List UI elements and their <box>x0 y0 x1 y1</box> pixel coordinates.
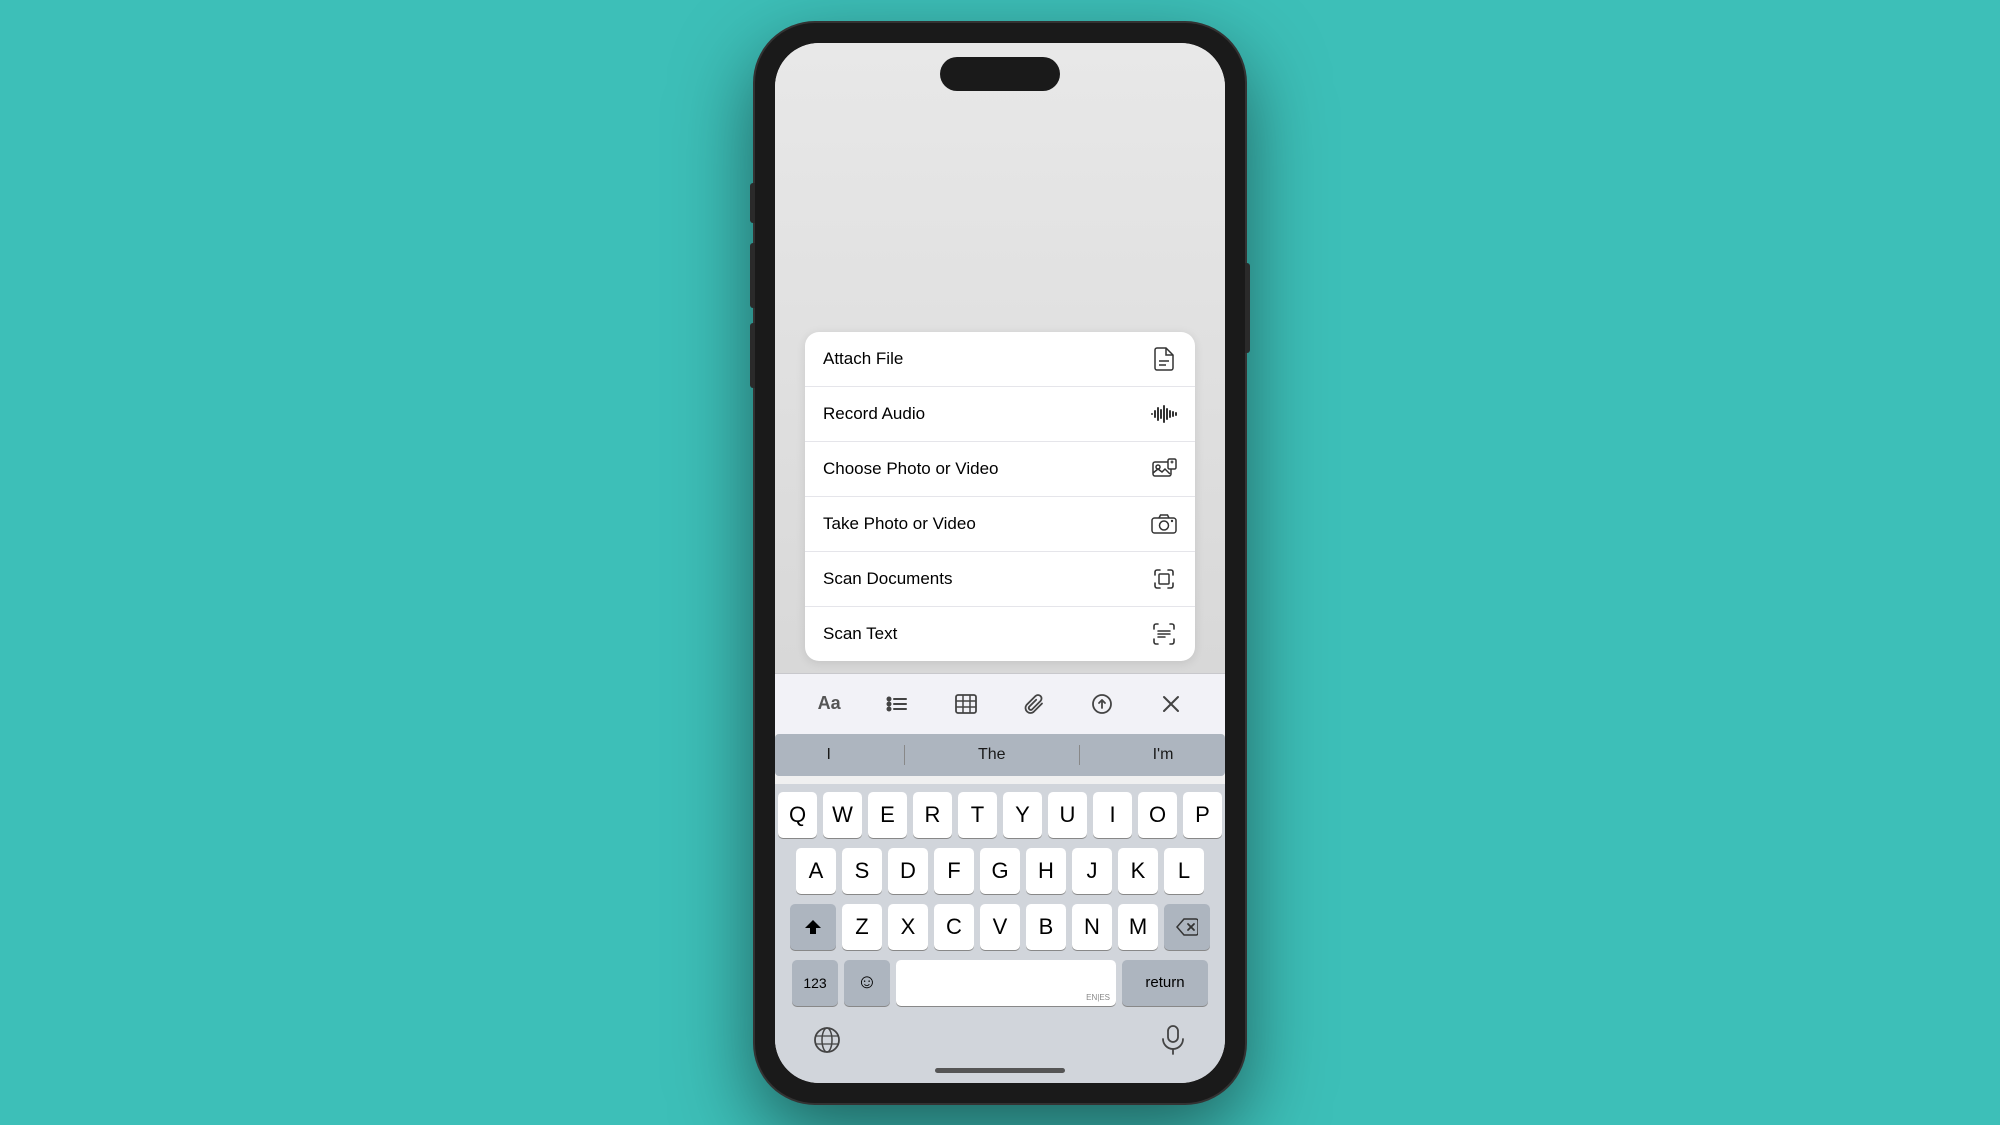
key-o[interactable]: O <box>1138 792 1177 838</box>
audio-icon <box>1151 401 1177 427</box>
photo-icon <box>1151 456 1177 482</box>
paperclip-icon <box>1024 693 1044 715</box>
key-i[interactable]: I <box>1093 792 1132 838</box>
predictive-word-i[interactable]: I <box>817 742 841 768</box>
silent-switch <box>750 183 755 223</box>
mic-btn[interactable] <box>1151 1018 1195 1062</box>
globe-btn[interactable] <box>805 1018 849 1062</box>
key-row-bottom: 123 ☺ EN|ES return <box>778 960 1222 1006</box>
predictive-divider-2 <box>1079 745 1080 765</box>
num-key[interactable]: 123 <box>792 960 838 1006</box>
toolbar-close-btn[interactable] <box>1149 682 1193 726</box>
key-a[interactable]: A <box>796 848 836 894</box>
shift-key[interactable] <box>790 904 836 950</box>
menu-card: Attach File <box>805 332 1195 661</box>
scan-doc-icon <box>1151 566 1177 592</box>
emoji-key[interactable]: ☺ <box>844 960 890 1006</box>
predictive-bar: I The I'm <box>775 734 1225 776</box>
key-row-1: Q W E R T Y U I O P <box>778 792 1222 838</box>
table-icon <box>955 694 977 714</box>
home-indicator-area <box>775 1062 1225 1083</box>
menu-item-take-photo[interactable]: Take Photo or Video <box>805 497 1195 552</box>
keyboard: Q W E R T Y U I O P A S D F G <box>775 784 1225 1016</box>
font-icon: Aa <box>818 693 841 714</box>
key-g[interactable]: G <box>980 848 1020 894</box>
key-b[interactable]: B <box>1026 904 1066 950</box>
choose-photo-label: Choose Photo or Video <box>823 459 998 479</box>
file-icon <box>1151 346 1177 372</box>
key-row-3: Z X C V B N M <box>778 904 1222 950</box>
predictive-word-im[interactable]: I'm <box>1143 742 1184 768</box>
key-c[interactable]: C <box>934 904 974 950</box>
volume-down-button <box>750 323 755 388</box>
scan-text-label: Scan Text <box>823 624 897 644</box>
menu-container: Attach File <box>775 332 1225 673</box>
toolbar-font-btn[interactable]: Aa <box>807 682 851 726</box>
key-x[interactable]: X <box>888 904 928 950</box>
return-key[interactable]: return <box>1122 960 1208 1006</box>
screen-content: Attach File <box>775 43 1225 1083</box>
scan-documents-label: Scan Documents <box>823 569 952 589</box>
globe-icon <box>813 1026 841 1054</box>
mic-icon <box>1161 1025 1185 1055</box>
key-w[interactable]: W <box>823 792 862 838</box>
predictive-divider-1 <box>904 745 905 765</box>
scan-text-icon <box>1151 621 1177 647</box>
top-area: Attach File <box>775 43 1225 673</box>
key-v[interactable]: V <box>980 904 1020 950</box>
camera-icon <box>1151 511 1177 537</box>
key-n[interactable]: N <box>1072 904 1112 950</box>
predictive-word-the[interactable]: The <box>968 742 1016 768</box>
phone-screen: Attach File <box>775 43 1225 1083</box>
key-k[interactable]: K <box>1118 848 1158 894</box>
key-s[interactable]: S <box>842 848 882 894</box>
menu-item-record-audio[interactable]: Record Audio <box>805 387 1195 442</box>
arrow-icon <box>1092 694 1112 714</box>
key-p[interactable]: P <box>1183 792 1222 838</box>
toolbar: Aa <box>775 673 1225 734</box>
close-icon <box>1162 695 1180 713</box>
space-lang: EN|ES <box>1086 993 1110 1002</box>
key-z[interactable]: Z <box>842 904 882 950</box>
key-row-2: A S D F G H J K L <box>778 848 1222 894</box>
volume-up-button <box>750 243 755 308</box>
list-icon <box>886 695 908 713</box>
phone-container: Attach File <box>755 23 1245 1103</box>
take-photo-label: Take Photo or Video <box>823 514 976 534</box>
home-indicator <box>935 1068 1065 1073</box>
toolbar-arrow-btn[interactable] <box>1080 682 1124 726</box>
menu-item-scan-documents[interactable]: Scan Documents <box>805 552 1195 607</box>
key-f[interactable]: F <box>934 848 974 894</box>
key-e[interactable]: E <box>868 792 907 838</box>
space-key[interactable]: EN|ES <box>896 960 1116 1006</box>
backspace-key[interactable] <box>1164 904 1210 950</box>
key-m[interactable]: M <box>1118 904 1158 950</box>
menu-item-choose-photo[interactable]: Choose Photo or Video <box>805 442 1195 497</box>
menu-item-scan-text[interactable]: Scan Text <box>805 607 1195 661</box>
attach-file-label: Attach File <box>823 349 903 369</box>
toolbar-list-btn[interactable] <box>875 682 919 726</box>
key-y[interactable]: Y <box>1003 792 1042 838</box>
key-t[interactable]: T <box>958 792 997 838</box>
key-u[interactable]: U <box>1048 792 1087 838</box>
toolbar-table-btn[interactable] <box>944 682 988 726</box>
menu-item-attach-file[interactable]: Attach File <box>805 332 1195 387</box>
key-h[interactable]: H <box>1026 848 1066 894</box>
key-j[interactable]: J <box>1072 848 1112 894</box>
key-r[interactable]: R <box>913 792 952 838</box>
bottom-extras <box>775 1016 1225 1062</box>
key-l[interactable]: L <box>1164 848 1204 894</box>
power-button <box>1245 263 1250 353</box>
dynamic-island <box>940 57 1060 91</box>
record-audio-label: Record Audio <box>823 404 925 424</box>
key-q[interactable]: Q <box>778 792 817 838</box>
toolbar-attach-btn[interactable] <box>1012 682 1056 726</box>
key-d[interactable]: D <box>888 848 928 894</box>
